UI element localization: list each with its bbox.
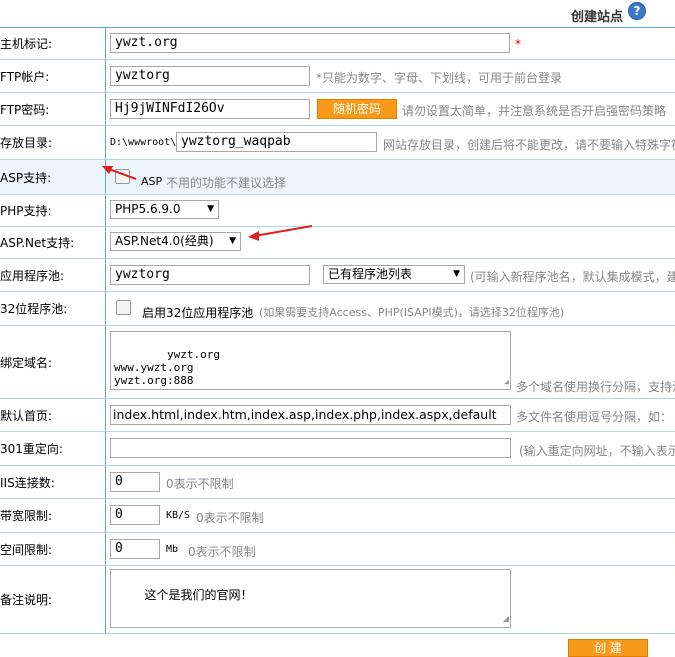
create-button[interactable]: 创 建: [568, 639, 648, 657]
space-unit: Mb: [166, 544, 179, 555]
php-select[interactable]: PHP5.6.9.0 ▼: [110, 200, 219, 219]
domains-textarea[interactable]: ywzt.org www.ywzt.org ywzt.org:888 ◢: [110, 331, 511, 390]
dir-input[interactable]: ywztorg_waqpab: [176, 132, 377, 152]
page-header: 创建站点 ?: [0, 0, 675, 28]
row-pool32: 32位程序池: 启用32位应用程序池 (如果需要支持Access、PHP(ISA…: [0, 292, 675, 326]
create-site-form: 主机标记: ywzt.org * FTP帐户: ywztorg *只能为数字、字…: [0, 27, 675, 634]
space-input[interactable]: 0: [110, 539, 160, 559]
redirect-label: 301重定向:: [0, 432, 106, 465]
redirect-input[interactable]: [110, 438, 511, 458]
index-input[interactable]: index.html,index.htm,index.asp,index.php…: [110, 405, 511, 425]
asp-hint: 不用的功能不建议选择: [166, 176, 287, 190]
row-redirect: 301重定向: (输入重定向网址，不输入表示: [0, 432, 675, 466]
domains-value: ywzt.org www.ywzt.org ywzt.org:888: [114, 348, 220, 387]
iis-input[interactable]: 0: [110, 472, 160, 492]
dir-prefix: D:\wwwroot\: [110, 137, 177, 148]
ftp-pass-label: FTP密码:: [0, 93, 106, 125]
row-dir: 存放目录: D:\wwwroot\ ywztorg_waqpab 网站存放目录，…: [0, 126, 675, 160]
bandwidth-input[interactable]: 0: [110, 505, 160, 525]
space-hint: 0表示不限制: [188, 545, 256, 559]
chevron-down-icon: ▼: [453, 269, 460, 279]
ftp-pass-input[interactable]: Hj9jWINFdI26Ov: [110, 99, 310, 119]
asp-label: ASP支持:: [0, 160, 106, 194]
dir-label: 存放目录:: [0, 126, 106, 159]
bandwidth-hint: 0表示不限制: [196, 511, 264, 525]
pool32-checkbox[interactable]: [116, 300, 131, 315]
pool32-label: 32位程序池:: [0, 292, 106, 325]
page-title: 创建站点: [571, 10, 624, 25]
ftp-pass-hint: 请勿设置太简单，并注意系统是否开启强密码策略: [402, 104, 667, 118]
dir-hint: 网站存放目录，创建后将不能更改，请不要输入特殊字符: [383, 138, 675, 152]
row-php: PHP支持: PHP5.6.9.0 ▼: [0, 195, 675, 227]
domains-label: 绑定域名:: [0, 326, 106, 398]
host-required-mark: *: [515, 37, 521, 51]
php-label: PHP支持:: [0, 195, 106, 226]
row-ftp-pass: FTP密码: Hj9jWINFdI26Ov 随机密码 请勿设置太简单，并注意系统…: [0, 93, 675, 126]
row-ftp-user: FTP帐户: ywztorg *只能为数字、字母、下划线，可用于前台登录: [0, 60, 675, 93]
domains-hint: 多个域名使用换行分隔，支持泛: [516, 380, 675, 394]
ftp-user-hint: *只能为数字、字母、下划线，可用于前台登录: [316, 71, 563, 85]
row-remark: 备注说明: 这个是我们的官网！ ◢: [0, 566, 675, 634]
php-selected: PHP5.6.9.0: [115, 202, 181, 216]
row-host: 主机标记: ywzt.org *: [0, 28, 675, 60]
remark-textarea[interactable]: 这个是我们的官网！ ◢: [110, 569, 511, 628]
iis-hint: 0表示不限制: [166, 477, 234, 491]
row-iis: IIS连接数: 0 0表示不限制: [0, 466, 675, 499]
row-space: 空间限制: 0 Mb 0表示不限制: [0, 533, 675, 566]
annotation-arrow-aspnet: [248, 225, 313, 241]
pool-label: 应用程序池:: [0, 259, 106, 291]
pool-select[interactable]: 已有程序池列表 ▼: [323, 265, 465, 284]
pool32-check-label: 启用32位应用程序池: [142, 306, 254, 320]
aspnet-label: ASP.Net支持:: [0, 227, 106, 258]
chevron-down-icon: ▼: [229, 236, 236, 246]
resize-grip-icon[interactable]: ◢: [504, 375, 509, 388]
aspnet-selected: ASP.Net4.0(经典): [115, 234, 214, 248]
ftp-user-input[interactable]: ywztorg: [110, 66, 310, 86]
row-pool: 应用程序池: ywztorg 已有程序池列表 ▼ (可输入新程序池名，默认集成模…: [0, 259, 675, 292]
pool-selected: 已有程序池列表: [328, 267, 413, 281]
bandwidth-unit: KB/S: [166, 510, 191, 521]
ftp-user-label: FTP帐户:: [0, 60, 106, 92]
resize-grip-icon[interactable]: ◢: [503, 611, 509, 626]
row-bandwidth: 带宽限制: 0 KB/S 0表示不限制: [0, 499, 675, 533]
redirect-hint: (输入重定向网址，不输入表示: [519, 444, 675, 458]
pool-input[interactable]: ywztorg: [110, 265, 310, 285]
random-password-button[interactable]: 随机密码: [317, 99, 397, 119]
row-domains: 绑定域名: ywzt.org www.ywzt.org ywzt.org:888…: [0, 326, 675, 399]
host-input[interactable]: ywzt.org: [110, 33, 510, 53]
annotation-arrow-asp: [102, 166, 137, 180]
iis-label: IIS连接数:: [0, 466, 106, 498]
bandwidth-label: 带宽限制:: [0, 499, 106, 532]
pool-hint: (可输入新程序池名，默认集成模式，建议: [470, 270, 675, 284]
host-label: 主机标记:: [0, 28, 106, 59]
row-index: 默认首页: index.html,index.htm,index.asp,ind…: [0, 399, 675, 432]
remark-value: 这个是我们的官网！: [144, 588, 253, 602]
row-aspnet: ASP.Net支持: ASP.Net4.0(经典) ▼: [0, 227, 675, 259]
aspnet-select[interactable]: ASP.Net4.0(经典) ▼: [110, 232, 241, 251]
space-label: 空间限制:: [0, 533, 106, 565]
remark-label: 备注说明:: [0, 566, 106, 633]
help-icon[interactable]: ?: [628, 2, 646, 20]
chevron-down-icon: ▼: [207, 204, 214, 214]
pool32-hint: (如果需要支持Access、PHP(ISAPI模式)，请选择32位程序池): [259, 306, 565, 319]
index-label: 默认首页:: [0, 399, 106, 431]
asp-check-label: ASP: [141, 175, 163, 188]
index-hint: 多文件名使用逗号分隔，如：: [516, 410, 673, 424]
